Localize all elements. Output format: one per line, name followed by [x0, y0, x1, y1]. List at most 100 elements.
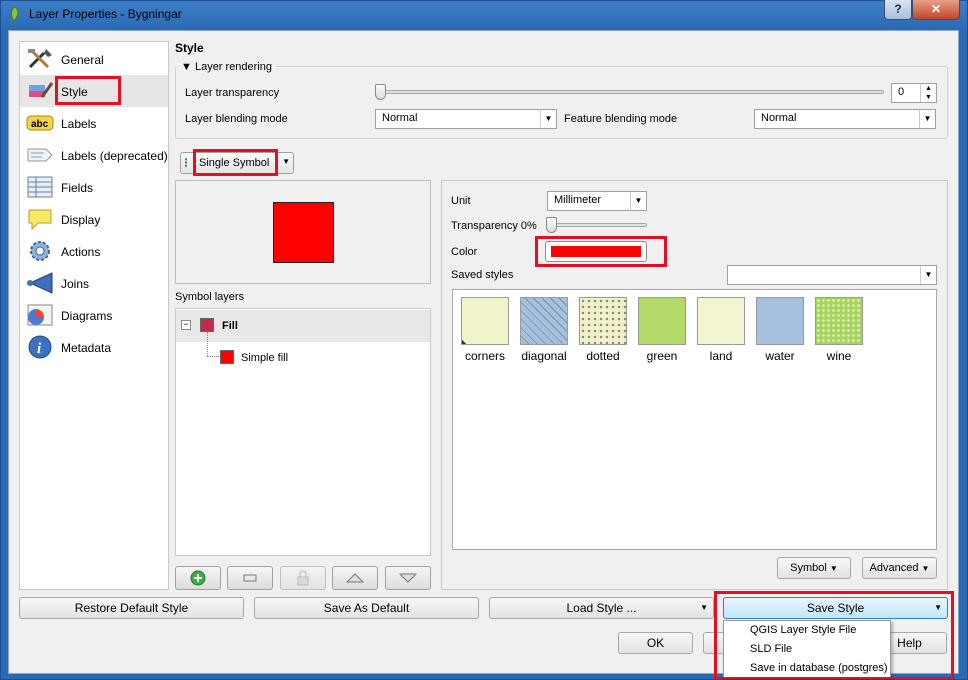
load-style-button[interactable]: Load Style ... ▼: [489, 597, 714, 619]
style-swatch-diagonal[interactable]: [520, 297, 568, 345]
sidebar-item-label: General: [61, 53, 104, 67]
title-bar: Layer Properties - Bygningar ? ✕: [0, 0, 968, 28]
table-icon: [26, 175, 54, 199]
tree-line: [207, 356, 219, 357]
chevron-down-icon: ▼: [700, 603, 708, 612]
tree-row-fill[interactable]: [176, 310, 430, 342]
sidebar-item-labels[interactable]: abc Labels: [20, 107, 168, 139]
move-down-button[interactable]: [385, 566, 431, 590]
symbol-button[interactable]: Symbol ▼: [777, 557, 851, 579]
collapse-icon[interactable]: −: [181, 320, 191, 330]
tree-fill-label: Fill: [222, 320, 238, 332]
advanced-button[interactable]: Advanced ▼: [862, 557, 937, 579]
sidebar-item-label: Labels (deprecated): [61, 149, 168, 163]
unit-label: Unit: [451, 195, 471, 207]
sidebar-item-label: Labels: [61, 117, 97, 131]
renderer-icon: ⁝: [184, 155, 189, 170]
style-swatch-label: diagonal: [521, 349, 567, 363]
plus-icon: [190, 570, 206, 586]
minus-icon: [243, 574, 257, 582]
color-label: Color: [451, 246, 478, 258]
unit-combo[interactable]: Millimeter ▼: [547, 191, 647, 211]
restore-default-style-button[interactable]: Restore Default Style: [19, 597, 244, 619]
layer-transparency-spinbox[interactable]: 0 ▲ ▼: [891, 83, 937, 103]
add-layer-button[interactable]: [175, 566, 221, 590]
symbol-preview-square: [273, 202, 334, 263]
sidebar-item-display[interactable]: Display: [20, 203, 168, 235]
sidebar-item-label: Metadata: [61, 341, 112, 355]
saved-styles-label: Saved styles: [451, 269, 514, 281]
sidebar-item-labels-deprecated[interactable]: Labels (deprecated): [20, 139, 168, 171]
paint-icon: [26, 79, 54, 103]
ok-button[interactable]: OK: [618, 632, 693, 654]
layer-rendering-label: Layer rendering: [194, 61, 273, 73]
chevron-down-icon: ▼: [919, 110, 935, 128]
symbol-transparency-label: Transparency 0%: [451, 220, 537, 232]
highlight-renderer: [193, 149, 278, 176]
collapse-arrow-icon: ▼: [181, 61, 192, 73]
sidebar-item-label: Actions: [61, 245, 101, 259]
sidebar-item-general[interactable]: General: [20, 43, 168, 75]
close-window-button[interactable]: ✕: [912, 0, 960, 20]
layer-blending-label: Layer blending mode: [185, 113, 288, 125]
save-as-default-button[interactable]: Save As Default: [254, 597, 479, 619]
style-swatch-label: corners: [464, 349, 505, 363]
arrow-up-icon: [345, 573, 365, 583]
symbol-transparency-slider[interactable]: [547, 223, 647, 227]
style-swatch-label: wine: [826, 349, 852, 363]
chevron-down-icon: ▼: [540, 110, 556, 128]
feature-blending-label: Feature blending mode: [564, 113, 678, 125]
abc-label-icon: abc: [26, 111, 54, 135]
layer-transparency-slider[interactable]: [376, 90, 884, 94]
style-swatch-green[interactable]: [638, 297, 686, 345]
tree-simple-fill-label[interactable]: Simple fill: [241, 352, 288, 364]
style-swatch-wine[interactable]: [815, 297, 863, 345]
symbol-layers-label: Symbol layers: [175, 291, 245, 303]
style-swatch-water[interactable]: [756, 297, 804, 345]
symbol-layers-tree: [175, 308, 431, 556]
help-titlebar-button[interactable]: ?: [884, 0, 912, 20]
style-swatch-label: land: [709, 349, 733, 363]
gear-actions-icon: [26, 239, 54, 263]
window-title: Layer Properties - Bygningar: [29, 7, 182, 21]
remove-layer-button[interactable]: [227, 566, 273, 590]
sidebar-item-label: Joins: [61, 277, 90, 291]
sidebar-item-diagrams[interactable]: Diagrams: [20, 299, 168, 331]
sidebar-item-fields[interactable]: Fields: [20, 171, 168, 203]
style-swatch-corners[interactable]: [461, 297, 509, 345]
svg-text:abc: abc: [31, 119, 49, 130]
saved-styles-combo[interactable]: ▼: [727, 265, 937, 285]
style-swatch-dotted[interactable]: [579, 297, 627, 345]
sidebar-item-label: Fields: [61, 181, 94, 195]
sidebar-item-actions[interactable]: Actions: [20, 235, 168, 267]
lock-layer-button[interactable]: [280, 566, 326, 590]
highlight-style-nav: [55, 76, 121, 105]
chevron-down-icon: ▼: [920, 266, 936, 284]
style-swatch-label: dotted: [586, 349, 620, 363]
join-arrow-icon: [26, 271, 54, 295]
layer-transparency-label: Layer transparency: [185, 87, 280, 99]
feature-blending-combo[interactable]: Normal ▼: [754, 109, 936, 129]
qgis-app-icon: [11, 6, 19, 22]
tree-line: [207, 332, 208, 356]
slider-handle[interactable]: [375, 84, 386, 100]
highlight-color: [535, 236, 667, 267]
chevron-down-icon: ▼: [921, 564, 930, 573]
move-up-button[interactable]: [332, 566, 378, 590]
layer-blending-combo[interactable]: Normal ▼: [375, 109, 557, 129]
arrow-down-icon: [398, 573, 418, 583]
simple-fill-color-icon: [220, 350, 234, 364]
lock-icon: [297, 570, 309, 586]
label-tag-icon: [26, 143, 54, 167]
highlight-save-style: [714, 591, 954, 679]
style-swatch-land[interactable]: [697, 297, 745, 345]
slider-handle[interactable]: [546, 217, 557, 233]
sidebar-item-label: Diagrams: [61, 309, 113, 323]
layer-rendering-header[interactable]: ▼ Layer rendering: [177, 61, 277, 73]
spin-arrows-icon: ▲ ▼: [920, 84, 936, 102]
sidebar-item-metadata[interactable]: i Metadata: [20, 331, 168, 363]
page-title: Style: [175, 41, 204, 55]
chevron-down-icon: ▼: [829, 564, 838, 573]
sidebar-item-joins[interactable]: Joins: [20, 267, 168, 299]
style-swatch-label: water: [765, 349, 795, 363]
